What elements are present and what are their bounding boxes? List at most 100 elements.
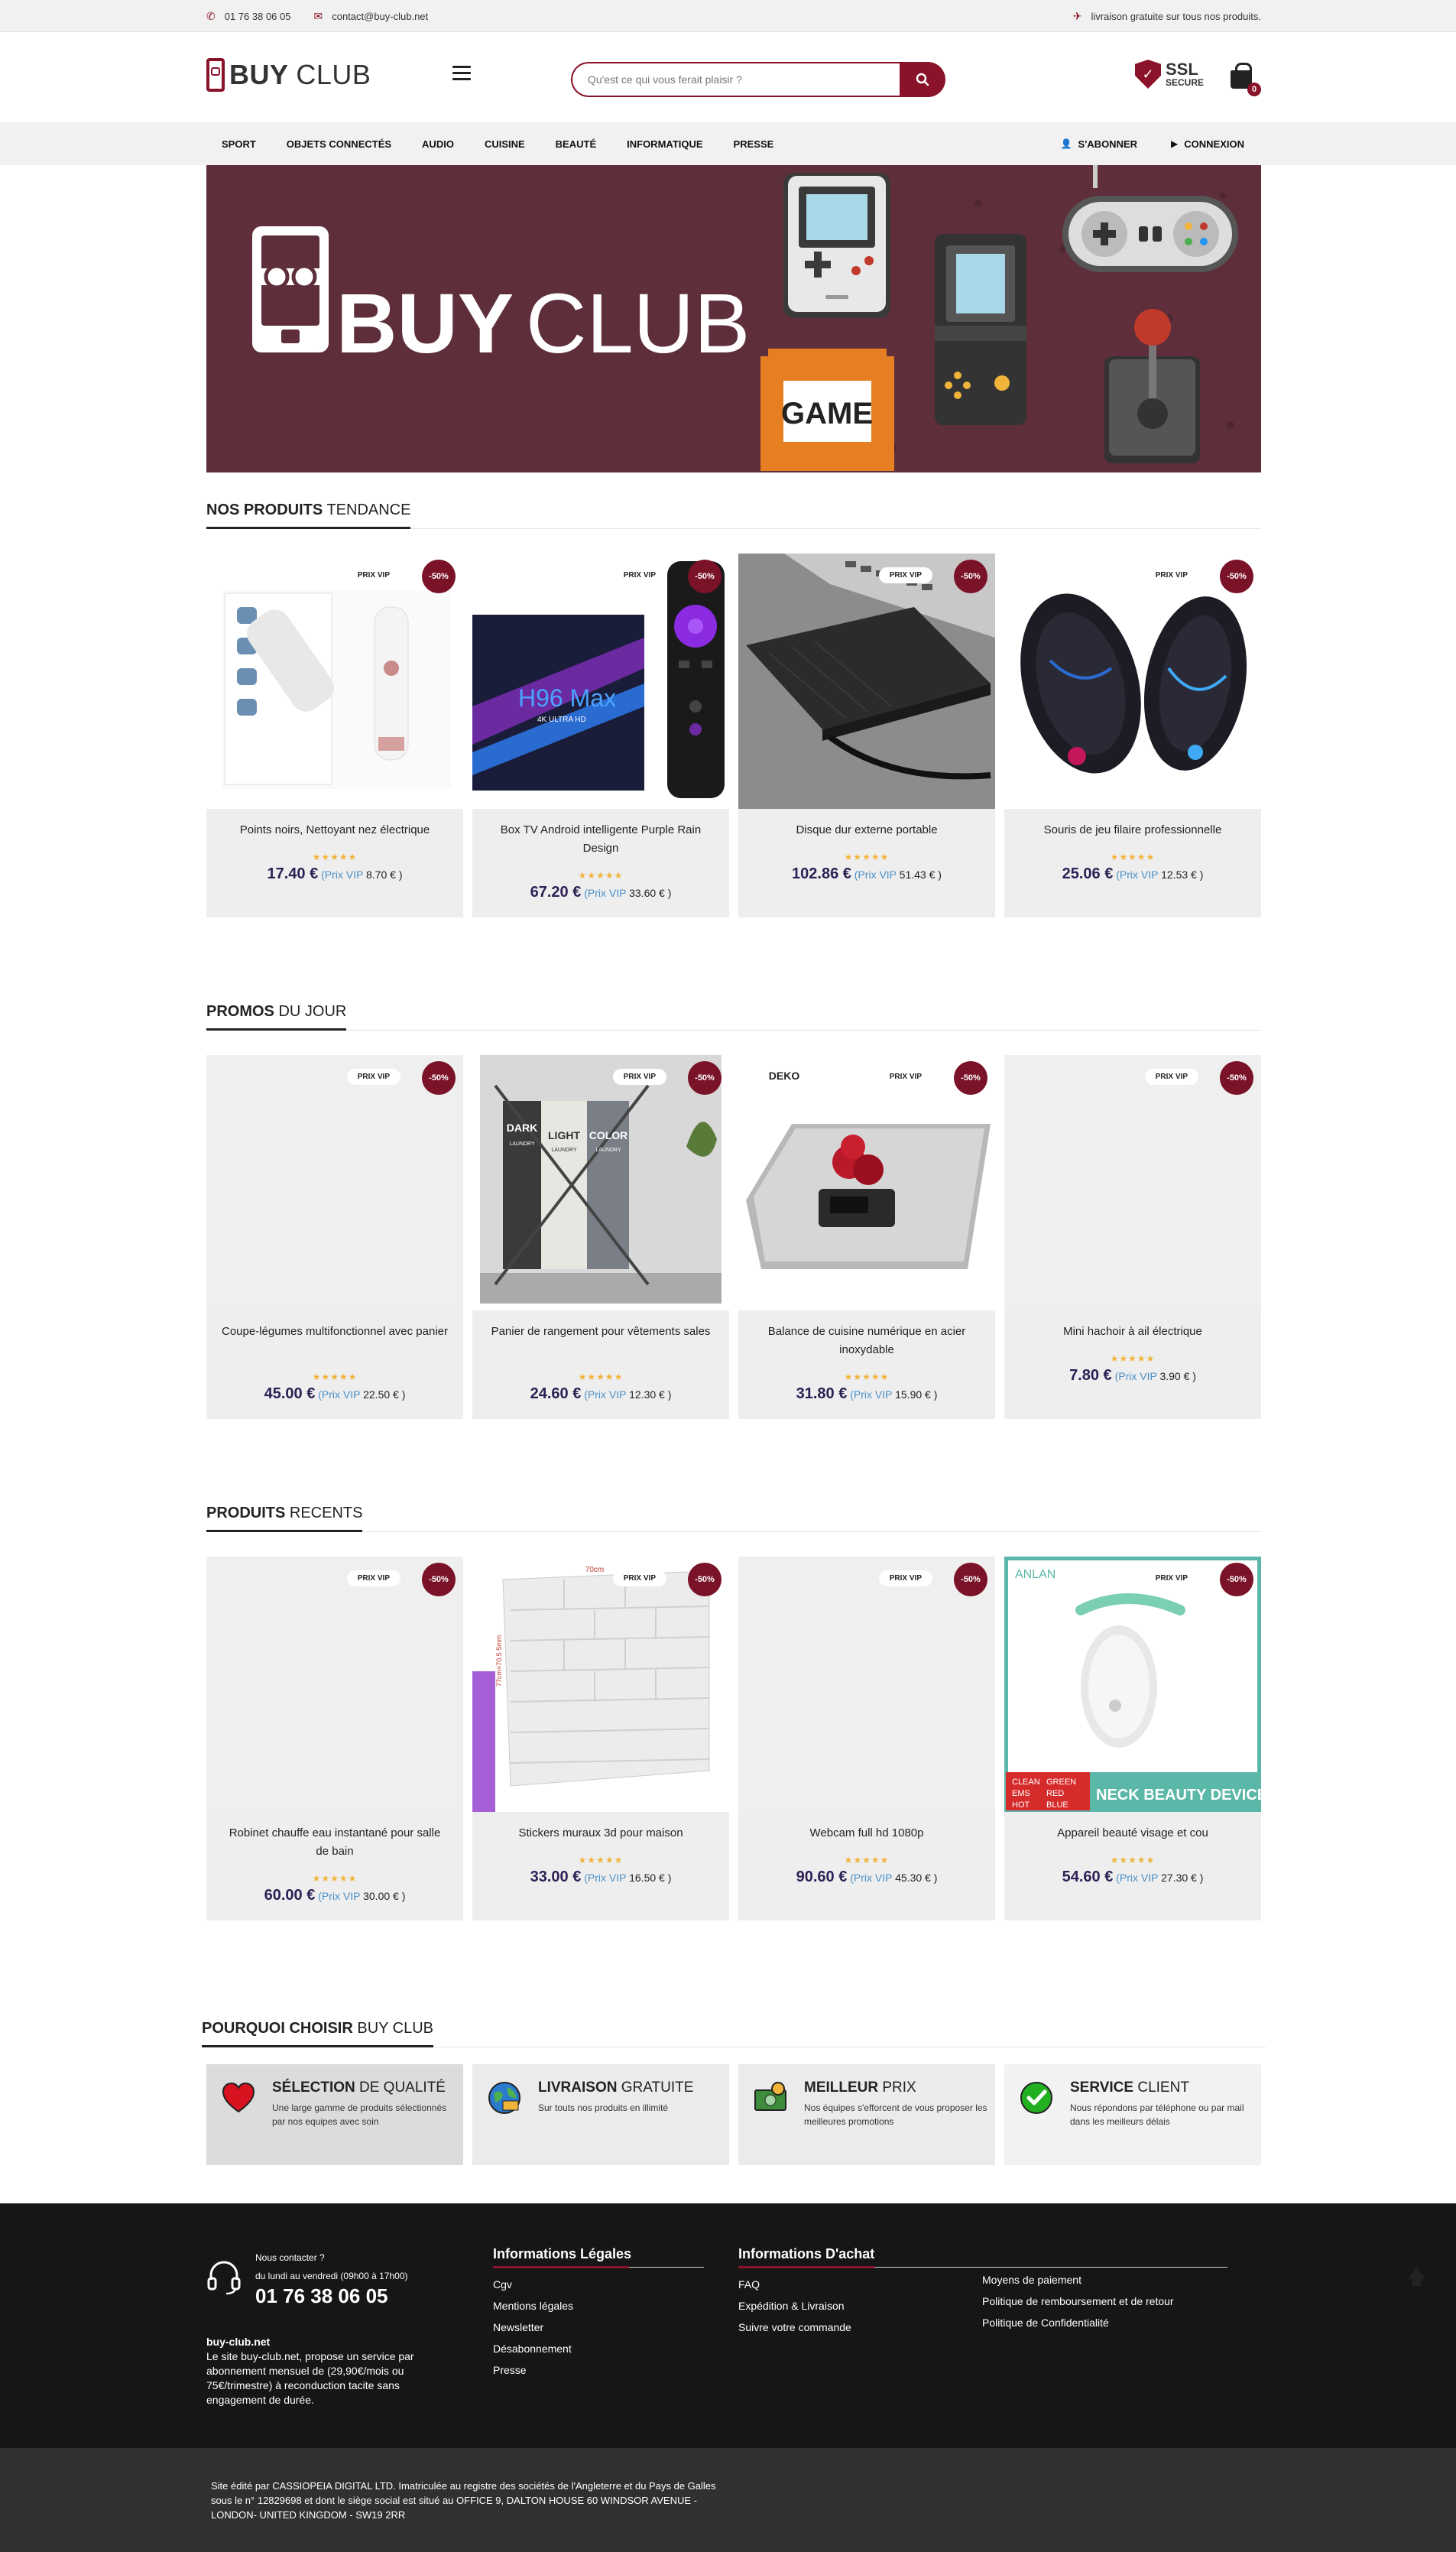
product-card[interactable]: H96 Max 4K ULTRA HD PRIX VIP -50% Box TV…: [472, 554, 729, 917]
product-name[interactable]: Robinet chauffe eau instantané pour sall…: [222, 1824, 448, 1861]
product-name[interactable]: Stickers muraux 3d pour maison: [488, 1824, 714, 1843]
product-price-row: ★★★★★ 24.60 € (Prix VIP 12.30 € ): [472, 1372, 729, 1403]
vip-label: (Prix VIP: [854, 869, 897, 881]
product-card[interactable]: 70cm 77cm×70.5 5mm PRIX VIP -50% Sticker…: [472, 1557, 729, 1920]
why-desc: Nos équipes s'efforcent de vous proposer…: [804, 2102, 987, 2127]
product-image[interactable]: [206, 1557, 463, 1812]
product-name[interactable]: Balance de cuisine numérique en acier in…: [754, 1323, 980, 1359]
plane-icon: ✈: [1072, 9, 1082, 22]
top-bar: ✆ 01 76 38 06 05 ✉ contact@buy-club.net …: [0, 0, 1456, 32]
product-image[interactable]: [206, 554, 463, 809]
rating-stars-icon: ★★★★★: [844, 1855, 890, 1865]
menu-icon[interactable]: [452, 66, 471, 81]
footer-legal: Informations Légales Cgv Mentions légale…: [493, 2246, 704, 2381]
why-heading-light: PRIX: [878, 2080, 916, 2096]
nav-item-audio[interactable]: AUDIO: [422, 138, 454, 150]
product-card[interactable]: PRIX VIP -50% Robinet chauffe eau instan…: [206, 1557, 463, 1920]
scroll-to-top-icon[interactable]: 🡅: [1406, 2263, 1429, 2288]
nav-item-beaute[interactable]: BEAUTÉ: [556, 138, 596, 150]
product-image[interactable]: DARK LIGHT COLOR LAUNDRY LAUNDRY LAUNDRY: [472, 1055, 729, 1310]
footer-link[interactable]: Newsletter: [493, 2317, 704, 2338]
product-card[interactable]: PRIX VIP -50% Webcam full hd 1080p ★★★★★…: [738, 1557, 995, 1920]
product-card[interactable]: PRIX VIP -50% Coupe-légumes multifonctio…: [206, 1055, 463, 1419]
section-title-why: POURQUOI CHOISIR BUY CLUB: [202, 2017, 1266, 2047]
footer-link[interactable]: Désabonnement: [493, 2338, 704, 2359]
footer-about: buy-club.net Le site buy-club.net, propo…: [206, 2335, 459, 2408]
footer-link[interactable]: Cgv: [493, 2274, 704, 2295]
about-text: Le site buy-club.net, propose un service…: [206, 2350, 414, 2406]
product-price: 17.40 €: [267, 865, 319, 882]
nav-item-presse[interactable]: PRESSE: [734, 138, 774, 150]
product-image[interactable]: [738, 554, 995, 809]
product-name[interactable]: Box TV Android intelligente Purple Rain …: [488, 821, 714, 858]
vip-price: 12.30 € ): [629, 1388, 672, 1401]
site-logo[interactable]: BUY CLUB: [206, 58, 371, 92]
topbar-email[interactable]: ✉ contact@buy-club.net: [313, 10, 428, 23]
search-icon: [916, 73, 929, 86]
svg-text:BUY: BUY: [336, 277, 514, 371]
footer-link[interactable]: Presse: [493, 2359, 704, 2381]
product-image[interactable]: [206, 1055, 463, 1310]
checkmark-icon: [1020, 2082, 1052, 2114]
footer-link[interactable]: Moyens de paiement: [982, 2269, 1174, 2291]
vip-label: (Prix VIP: [850, 1388, 893, 1401]
vip-price: 45.30 € ): [895, 1872, 938, 1884]
promo-products: PRIX VIP -50% Coupe-légumes multifonctio…: [206, 1055, 1261, 1419]
search-input[interactable]: [571, 62, 900, 97]
login-link[interactable]: ▶ CONNEXION: [1171, 138, 1244, 150]
product-card[interactable]: PRIX VIP -50% Disque dur externe portabl…: [738, 554, 995, 917]
footer-link[interactable]: Politique de Confidentialité: [982, 2312, 1174, 2333]
hero-banner[interactable]: BUY CLUB GAME: [206, 165, 1261, 472]
product-name[interactable]: Mini hachoir à ail électrique: [1020, 1323, 1246, 1341]
discount-badge: -50%: [1220, 1563, 1253, 1596]
product-name[interactable]: Souris de jeu filaire professionnelle: [1020, 821, 1246, 839]
svg-text:GAME: GAME: [781, 397, 873, 430]
why-heading: SÉLECTION DE QUALITÉ: [272, 2080, 446, 2096]
product-card[interactable]: ANLAN CLEAN GREEN EMS RED HOT BLUE NECK …: [1004, 1557, 1261, 1920]
svg-text:HOT: HOT: [1012, 1800, 1030, 1810]
topbar-phone[interactable]: ✆ 01 76 38 06 05: [206, 10, 290, 23]
nav-item-cuisine[interactable]: CUISINE: [485, 138, 525, 150]
product-image[interactable]: [738, 1557, 995, 1812]
product-image[interactable]: [1004, 554, 1261, 809]
product-card[interactable]: PRIX VIP -50% Points noirs, Nettoyant ne…: [206, 554, 463, 917]
nav-item-informatique[interactable]: INFORMATIQUE: [627, 138, 702, 150]
discount-badge: -50%: [954, 560, 987, 593]
product-price: 60.00 €: [264, 1887, 316, 1904]
product-name[interactable]: Panier de rangement pour vêtements sales: [488, 1323, 714, 1341]
cart-button[interactable]: 0: [1231, 63, 1264, 96]
legal-heading: Informations Légales: [493, 2246, 704, 2268]
product-name[interactable]: Appareil beauté visage et cou: [1020, 1824, 1246, 1843]
section-title-recent: PRODUITS RECENTS: [206, 1502, 1261, 1532]
product-image[interactable]: [1004, 1055, 1261, 1310]
product-image[interactable]: 70cm 77cm×70.5 5mm: [472, 1557, 729, 1812]
rating-stars-icon: ★★★★★: [312, 852, 358, 862]
svg-text:NECK BEAUTY DEVICE: NECK BEAUTY DEVICE: [1096, 1787, 1261, 1804]
vip-price: 30.00 € ): [363, 1890, 406, 1902]
product-card[interactable]: DEKO PRIX VIP -50% Balance de cuisine nu…: [738, 1055, 995, 1419]
nav-item-sport[interactable]: SPORT: [222, 138, 256, 150]
vip-badge: PRIX VIP: [1144, 567, 1198, 583]
product-image[interactable]: ANLAN CLEAN GREEN EMS RED HOT BLUE NECK …: [1004, 1557, 1261, 1812]
why-heading-bold: LIVRAISON: [538, 2080, 618, 2096]
product-card[interactable]: DARK LIGHT COLOR LAUNDRY LAUNDRY LAUNDRY…: [472, 1055, 729, 1419]
contact-phone[interactable]: 01 76 38 06 05: [255, 2284, 388, 2308]
footer-purchase-more: Moyens de paiement Politique de rembours…: [982, 2269, 1174, 2333]
product-name[interactable]: Coupe-légumes multifonctionnel avec pani…: [222, 1323, 448, 1341]
product-image[interactable]: H96 Max 4K ULTRA HD: [472, 554, 729, 809]
search-button[interactable]: [900, 62, 945, 97]
subscribe-link[interactable]: 👤 S'ABONNER: [1061, 138, 1137, 150]
nav-item-objets-connectes[interactable]: OBJETS CONNECTÉS: [287, 138, 391, 150]
product-name[interactable]: Points noirs, Nettoyant nez électrique: [222, 821, 448, 839]
footer-link[interactable]: Mentions légales: [493, 2295, 704, 2317]
svg-text:4K ULTRA HD: 4K ULTRA HD: [537, 716, 586, 724]
product-card[interactable]: PRIX VIP -50% Mini hachoir à ail électri…: [1004, 1055, 1261, 1419]
product-image[interactable]: DEKO: [738, 1055, 995, 1310]
svg-text:DARK: DARK: [507, 1122, 537, 1134]
product-name[interactable]: Webcam full hd 1080p: [754, 1824, 980, 1843]
product-name[interactable]: Disque dur externe portable: [754, 821, 980, 839]
product-price: 25.06 €: [1062, 865, 1114, 882]
rating-stars-icon: ★★★★★: [844, 1372, 890, 1382]
footer-link[interactable]: Politique de remboursement et de retour: [982, 2291, 1174, 2312]
product-card[interactable]: PRIX VIP -50% Souris de jeu filaire prof…: [1004, 554, 1261, 917]
